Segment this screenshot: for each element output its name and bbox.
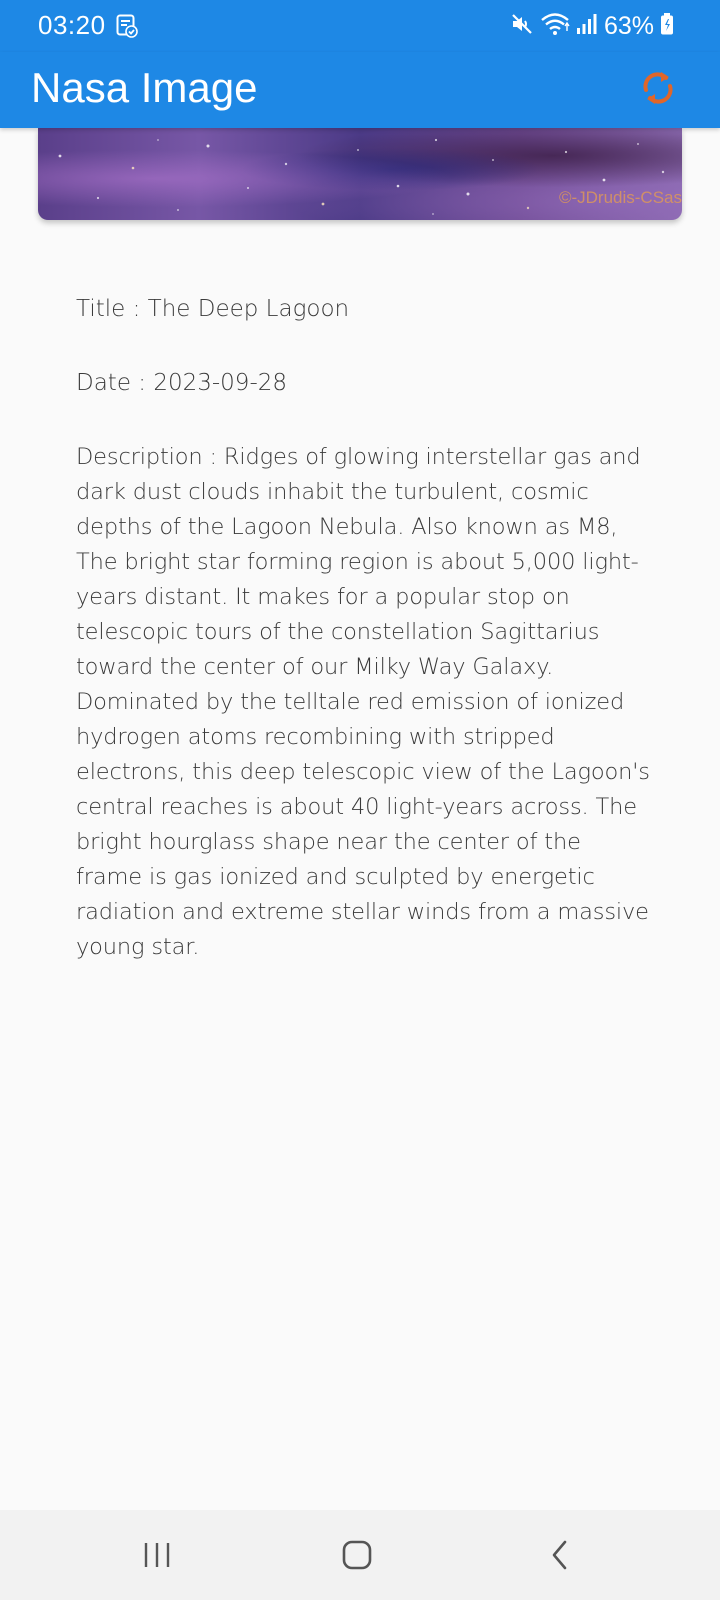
- wifi-icon: [540, 12, 570, 40]
- status-icons: 63%: [510, 10, 674, 42]
- battery-percent: 63%: [603, 11, 654, 40]
- mute-icon: [510, 12, 534, 40]
- image-details: Title : The Deep Lagoon Date : 2023-09-2…: [76, 292, 651, 965]
- app-title: Nasa Image: [31, 64, 258, 111]
- back-button[interactable]: [530, 1530, 590, 1580]
- app-bar: Nasa Image: [0, 52, 720, 128]
- back-icon: [552, 1540, 567, 1570]
- image-description: Description : Ridges of glowing interste…: [76, 444, 650, 960]
- note-check-icon: [116, 14, 138, 38]
- image-credit: ©-JDrudis-CSas: [558, 188, 682, 207]
- image-title: Title : The Deep Lagoon: [76, 296, 350, 322]
- refresh-icon: [643, 72, 673, 104]
- status-bar: 03:20 63%: [0, 0, 720, 52]
- battery-icon: [660, 12, 674, 40]
- status-time: 03:20: [38, 10, 106, 40]
- home-icon: [342, 1540, 372, 1570]
- system-nav-bar: [0, 1510, 720, 1600]
- signal-icon: [576, 12, 598, 40]
- recent-apps-icon: [144, 1543, 170, 1567]
- recent-apps-button[interactable]: [127, 1530, 187, 1580]
- image-date: Date : 2023-09-28: [76, 370, 288, 396]
- nasa-image[interactable]: ©-JDrudis-CSas: [38, 128, 682, 220]
- home-button[interactable]: [327, 1530, 387, 1580]
- refresh-button[interactable]: [634, 64, 682, 112]
